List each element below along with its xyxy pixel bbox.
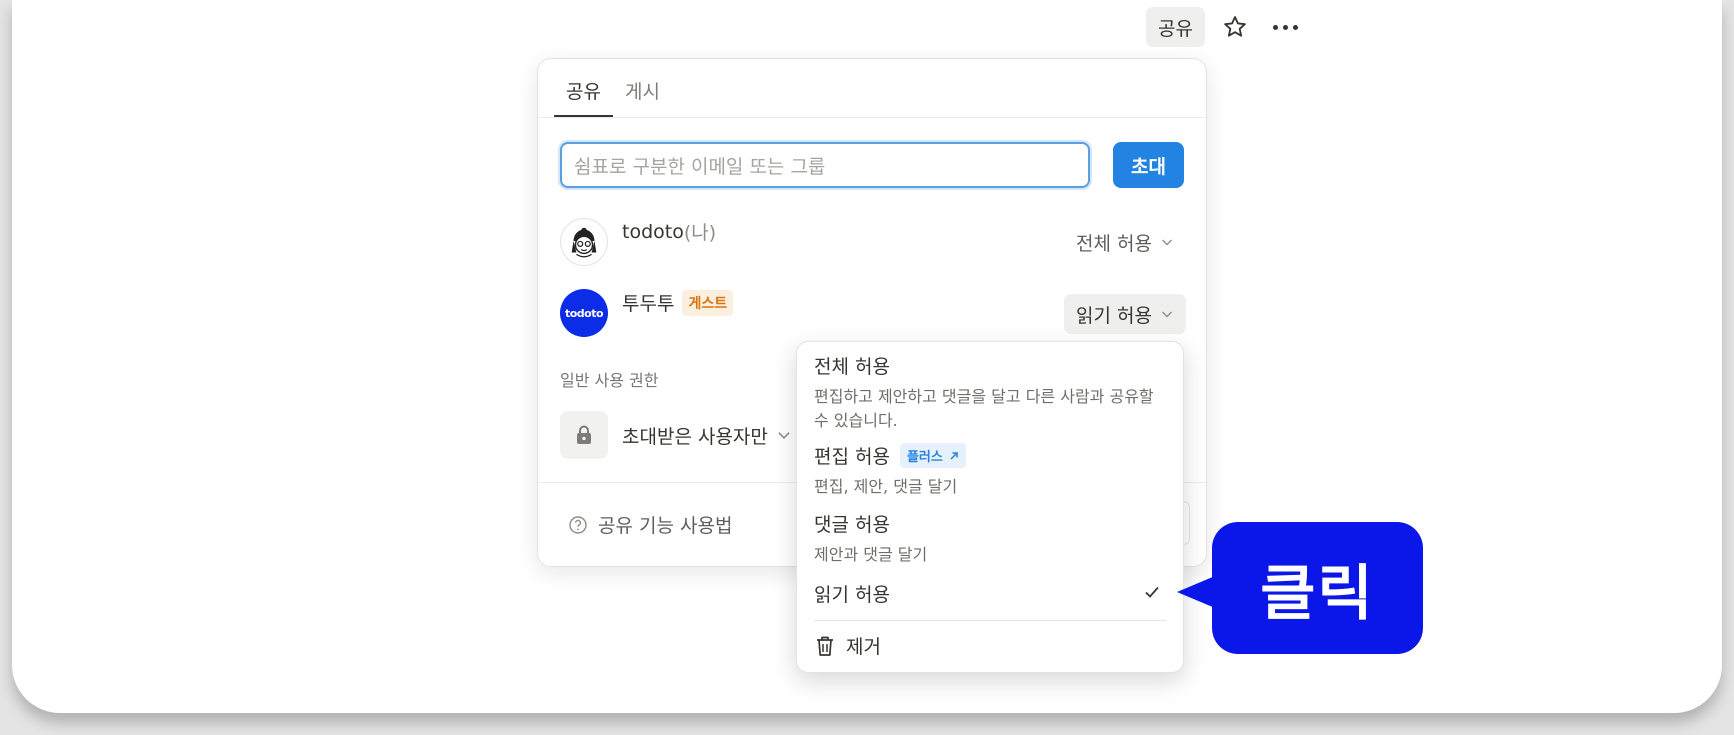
menu-item-edit[interactable]: 편집 허용 플러스 편집, 제안, 댓글 달기 bbox=[814, 442, 1166, 499]
permission-label: 읽기 허용 bbox=[1076, 304, 1152, 327]
trash-icon bbox=[814, 634, 836, 658]
invite-button[interactable]: 초대 bbox=[1113, 142, 1184, 188]
member-permission-select[interactable]: 읽기 허용 bbox=[1064, 294, 1186, 334]
member-row: todoto 투두투 게스트 bbox=[560, 289, 734, 337]
illustrated-avatar-icon bbox=[571, 227, 597, 258]
tab-share[interactable]: 공유 bbox=[554, 59, 613, 117]
menu-item-description: 편집하고 제안하고 댓글을 달고 다른 사람과 공유할 수 있습니다. bbox=[814, 387, 1154, 430]
menu-item-read[interactable]: 읽기 허용 bbox=[814, 580, 1166, 607]
callout-pointer bbox=[1177, 576, 1215, 608]
tab-divider bbox=[538, 117, 1206, 118]
menu-item-title: 전체 허용 bbox=[814, 356, 890, 378]
chevron-down-icon bbox=[776, 427, 792, 443]
chevron-down-icon bbox=[1160, 235, 1174, 249]
menu-item-title: 편집 허용 bbox=[814, 446, 890, 468]
chevron-down-icon bbox=[1160, 307, 1174, 321]
general-access-label: 일반 사용 권한 bbox=[560, 371, 659, 390]
topbar: 공유 bbox=[1146, 7, 1303, 47]
menu-item-description: 제안과 댓글 달기 bbox=[814, 545, 928, 564]
menu-item-title: 댓글 허용 bbox=[814, 514, 890, 536]
plus-badge: 플러스 bbox=[899, 443, 966, 468]
general-access-select[interactable]: 초대받은 사용자만 bbox=[560, 411, 792, 459]
permission-label: 전체 허용 bbox=[1076, 232, 1152, 255]
share-button[interactable]: 공유 bbox=[1146, 7, 1205, 47]
help-link[interactable]: 공유 기능 사용법 bbox=[568, 511, 732, 538]
member-row: todoto (나) bbox=[560, 218, 716, 266]
plus-badge-label: 플러스 bbox=[906, 450, 943, 465]
me-tag: (나) bbox=[683, 222, 717, 244]
invite-input[interactable]: 쉼표로 구분한 이메일 또는 그룹 bbox=[560, 142, 1090, 188]
remove-label: 제거 bbox=[846, 636, 881, 658]
avatar bbox=[560, 218, 608, 266]
click-callout: 클릭 bbox=[1212, 522, 1423, 654]
more-icon[interactable] bbox=[1269, 11, 1303, 43]
app-window: 공유 공유 게시 쉼표로 구분한 이메일 또는 그룹 초대 todoto (나)… bbox=[12, 0, 1722, 713]
check-icon bbox=[1142, 582, 1162, 606]
menu-item-description: 편집, 제안, 댓글 달기 bbox=[814, 477, 958, 496]
share-tabs: 공유 게시 bbox=[554, 59, 672, 117]
question-circle-icon bbox=[568, 515, 588, 535]
member-permission-select[interactable]: 전체 허용 bbox=[1064, 222, 1186, 262]
general-access-value: 초대받은 사용자만 bbox=[622, 425, 768, 448]
guest-badge: 게스트 bbox=[682, 289, 734, 316]
tab-publish[interactable]: 게시 bbox=[613, 59, 672, 117]
help-label: 공유 기능 사용법 bbox=[598, 515, 733, 537]
lock-icon bbox=[560, 411, 608, 459]
arrow-up-right-icon bbox=[950, 451, 958, 460]
menu-item-remove[interactable]: 제거 bbox=[814, 632, 881, 659]
star-icon[interactable] bbox=[1219, 11, 1251, 43]
avatar: todoto bbox=[560, 289, 608, 337]
menu-divider bbox=[814, 620, 1166, 621]
member-name: 투두투 bbox=[622, 293, 675, 315]
menu-item-title: 읽기 허용 bbox=[814, 584, 890, 606]
menu-item-comment[interactable]: 댓글 허용 제안과 댓글 달기 bbox=[814, 510, 1166, 567]
permission-menu: 전체 허용 편집하고 제안하고 댓글을 달고 다른 사람과 공유할 수 있습니다… bbox=[796, 341, 1184, 673]
member-name: todoto bbox=[622, 220, 684, 243]
menu-item-full-access[interactable]: 전체 허용 편집하고 제안하고 댓글을 달고 다른 사람과 공유할 수 있습니다… bbox=[814, 352, 1166, 433]
